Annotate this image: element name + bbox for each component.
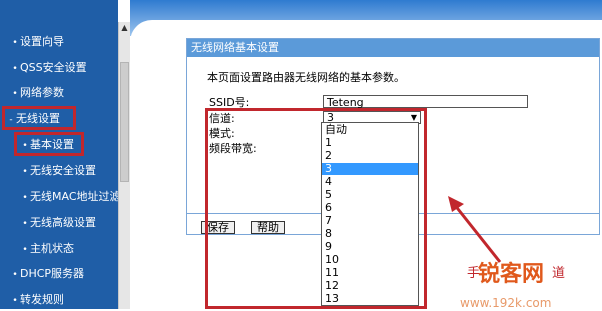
sidebar-item-setup-wizard[interactable]: • 设置向导 (10, 32, 64, 52)
bullet-icon: • (22, 167, 28, 177)
sidebar-scrollbar[interactable]: ▲ (118, 22, 130, 309)
sidebar-item-dhcp[interactable]: • DHCP服务器 (10, 264, 84, 284)
scrollbar-top-gap (118, 0, 130, 22)
bullet-icon: • (22, 193, 28, 203)
sidebar-item-wireless-security[interactable]: • 无线安全设置 (20, 161, 96, 181)
ssid-input[interactable]: Teteng (323, 95, 528, 109)
watermark-url: www.192k.com (460, 296, 552, 310)
panel-title: 无线网络基本设置 (187, 39, 599, 57)
sidebar: • 设置向导 • QSS安全设置 • 网络参数 - 无线设置 • 基本设置 • 无线安全设置… (0, 0, 121, 310)
bullet-icon: • (12, 89, 18, 99)
bullet-icon: • (12, 38, 18, 48)
sidebar-item-mac-filter[interactable]: • 无线MAC地址过滤 (20, 187, 120, 207)
highlight-basic-settings (14, 132, 84, 156)
bullet-icon: • (12, 296, 18, 306)
sidebar-item-forwarding[interactable]: • 转发规则 (10, 290, 64, 310)
bullet-icon: • (12, 64, 18, 74)
highlight-wireless-settings (2, 106, 76, 130)
bullet-icon: • (22, 219, 28, 229)
sidebar-item-wireless-advanced[interactable]: • 无线高级设置 (20, 213, 96, 233)
watermark-logo: 锐客网 (478, 261, 545, 286)
sidebar-item-qss[interactable]: • QSS安全设置 (10, 58, 86, 78)
highlight-channel-area (205, 108, 427, 309)
scroll-thumb[interactable] (120, 62, 129, 182)
sidebar-item-host-status[interactable]: • 主机状态 (20, 239, 74, 259)
bullet-icon: • (22, 245, 28, 255)
scroll-up-icon[interactable]: ▲ (119, 22, 130, 34)
sidebar-item-network[interactable]: • 网络参数 (10, 83, 64, 103)
panel-description: 本页面设置路由器无线网络的基本参数。 (207, 71, 405, 84)
bullet-icon: • (12, 270, 18, 280)
